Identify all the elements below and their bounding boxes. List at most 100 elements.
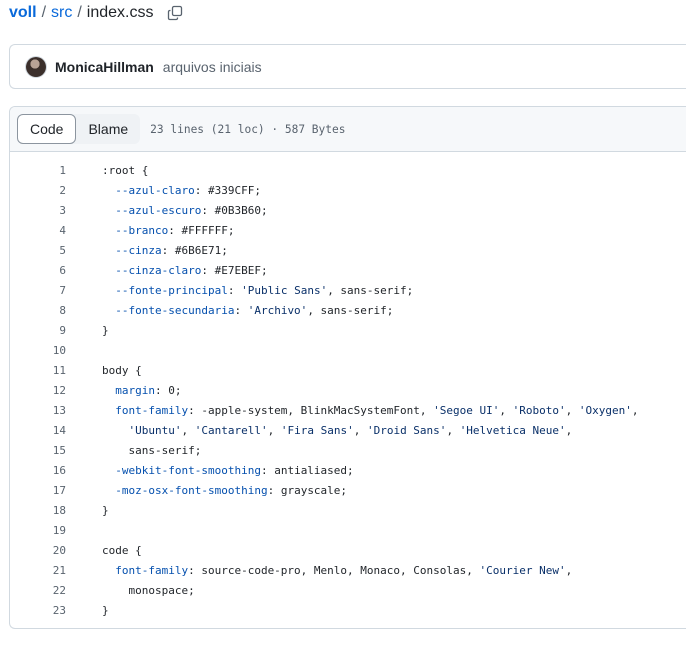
- copy-icon: [167, 5, 182, 21]
- line-number[interactable]: 10: [10, 341, 102, 361]
- code-token: -moz-osx-font-smoothing: [102, 484, 268, 497]
- code-text: 'Ubuntu', 'Cantarell', 'Fira Sans', 'Dro…: [102, 421, 573, 441]
- code-line: 1:root {: [10, 161, 686, 181]
- code-tab[interactable]: Code: [17, 114, 77, 144]
- line-number[interactable]: 14: [10, 421, 102, 441]
- line-number[interactable]: 23: [10, 601, 102, 621]
- line-number[interactable]: 15: [10, 441, 102, 461]
- code-token: --fonte-secundaria: [102, 304, 235, 317]
- code-token: , sans-serif;: [327, 284, 414, 297]
- line-number[interactable]: 16: [10, 461, 102, 481]
- line-number[interactable]: 20: [10, 541, 102, 561]
- code-token: : grayscale;: [267, 484, 348, 497]
- code-line: 21 font-family: source-code-pro, Menlo, …: [10, 561, 686, 581]
- code-line: 15 sans-serif;: [10, 441, 686, 461]
- code-line: 14 'Ubuntu', 'Cantarell', 'Fira Sans', '…: [10, 421, 686, 441]
- code-token: :: [227, 284, 242, 297]
- line-number[interactable]: 1: [10, 161, 102, 181]
- breadcrumb-repo-link[interactable]: voll: [9, 4, 37, 22]
- code-token: :root {: [102, 164, 149, 177]
- blame-tab[interactable]: Blame: [76, 114, 140, 144]
- breadcrumb-file-name: index.css: [86, 4, 154, 21]
- line-number[interactable]: 3: [10, 201, 102, 221]
- code-text: font-family: -apple-system, BlinkMacSyst…: [102, 401, 638, 421]
- line-number[interactable]: 9: [10, 321, 102, 341]
- code-line: 9}: [10, 321, 686, 341]
- line-number[interactable]: 8: [10, 301, 102, 321]
- copy-path-button[interactable]: [167, 5, 183, 21]
- file-viewer: Code Blame 23 lines (21 loc) · 587 Bytes…: [9, 106, 686, 629]
- line-number[interactable]: 5: [10, 241, 102, 261]
- line-number[interactable]: 17: [10, 481, 102, 501]
- code-text: }: [102, 501, 109, 521]
- line-number[interactable]: 7: [10, 281, 102, 301]
- code-token: 'Archivo': [247, 304, 308, 317]
- line-number[interactable]: 6: [10, 261, 102, 281]
- avatar[interactable]: [26, 56, 46, 77]
- line-number[interactable]: 18: [10, 501, 102, 521]
- code-line: 13 font-family: -apple-system, BlinkMacS…: [10, 401, 686, 421]
- code-token: ,: [565, 564, 573, 577]
- code-token: :: [234, 304, 248, 317]
- code-token: font-family: [102, 404, 189, 417]
- code-text: }: [102, 321, 109, 341]
- line-number[interactable]: 21: [10, 561, 102, 581]
- code-token: ,: [565, 424, 573, 437]
- code-token: 'Segoe UI': [433, 404, 500, 417]
- code-token: 'Oxygen': [578, 404, 632, 417]
- line-number[interactable]: 22: [10, 581, 102, 601]
- code-token: ,: [631, 404, 639, 417]
- line-number[interactable]: 2: [10, 181, 102, 201]
- code-text: sans-serif;: [102, 441, 201, 461]
- line-number[interactable]: 4: [10, 221, 102, 241]
- code-line: 18}: [10, 501, 686, 521]
- code-token: -webkit-font-smoothing: [102, 464, 261, 477]
- code-line: 11 body {: [10, 361, 686, 381]
- code-line: 20 code {: [10, 541, 686, 561]
- code-token: : source-code-pro, Menlo, Monaco, Consol…: [188, 564, 480, 577]
- code-text: -moz-osx-font-smoothing: grayscale;: [102, 481, 347, 501]
- line-number[interactable]: 19: [10, 521, 102, 541]
- breadcrumb-separator: /: [77, 4, 82, 21]
- code-text: :root {: [102, 161, 148, 181]
- code-token: ,: [446, 424, 460, 437]
- code-token: font-family: [102, 564, 189, 577]
- breadcrumb-folder-link[interactable]: src: [51, 4, 72, 22]
- line-number[interactable]: 13: [10, 401, 102, 421]
- code-token: code {: [102, 544, 142, 557]
- code-line: 12 margin: 0;: [10, 381, 686, 401]
- code-token: : 0;: [154, 384, 182, 397]
- code-text: --fonte-principal: 'Public Sans', sans-s…: [102, 281, 413, 301]
- code-line: 2 --azul-claro: #339CFF;: [10, 181, 686, 201]
- code-text: monospace;: [102, 581, 194, 601]
- line-number[interactable]: 11: [10, 361, 102, 381]
- commit-message-link[interactable]: arquivos iniciais: [163, 59, 262, 75]
- code-text: margin: 0;: [102, 381, 181, 401]
- code-token: : #0B3B60;: [201, 204, 268, 217]
- code-token: --cinza: [102, 244, 162, 257]
- commit-author-link[interactable]: MonicaHillman: [55, 59, 154, 75]
- code-token: ,: [565, 404, 579, 417]
- breadcrumb: voll / src / index.css: [9, 2, 183, 24]
- code-line: 4 --branco: #FFFFFF;: [10, 221, 686, 241]
- code-token: 'Cantarell': [194, 424, 268, 437]
- code-token: , sans-serif;: [307, 304, 394, 317]
- code-token: --fonte-principal: [102, 284, 228, 297]
- code-line: 10: [10, 341, 686, 361]
- code-token: --cinza-claro: [102, 264, 202, 277]
- code-token: ,: [181, 424, 195, 437]
- code-token: : #E7EBEF;: [201, 264, 268, 277]
- code-text: -webkit-font-smoothing: antialiased;: [102, 461, 353, 481]
- code-line: 3 --azul-escuro: #0B3B60;: [10, 201, 686, 221]
- line-number[interactable]: 12: [10, 381, 102, 401]
- code-text: --azul-claro: #339CFF;: [102, 181, 261, 201]
- code-text: font-family: source-code-pro, Menlo, Mon…: [102, 561, 572, 581]
- code-line: 17 -moz-osx-font-smoothing: grayscale;: [10, 481, 686, 501]
- code-token: margin: [102, 384, 155, 397]
- code-token: ,: [499, 404, 513, 417]
- code-line: 7 --fonte-principal: 'Public Sans', sans…: [10, 281, 686, 301]
- latest-commit-bar: MonicaHillman arquivos iniciais: [9, 44, 686, 89]
- code-token: 'Courier New': [479, 564, 566, 577]
- code-token: 'Fira Sans': [280, 424, 354, 437]
